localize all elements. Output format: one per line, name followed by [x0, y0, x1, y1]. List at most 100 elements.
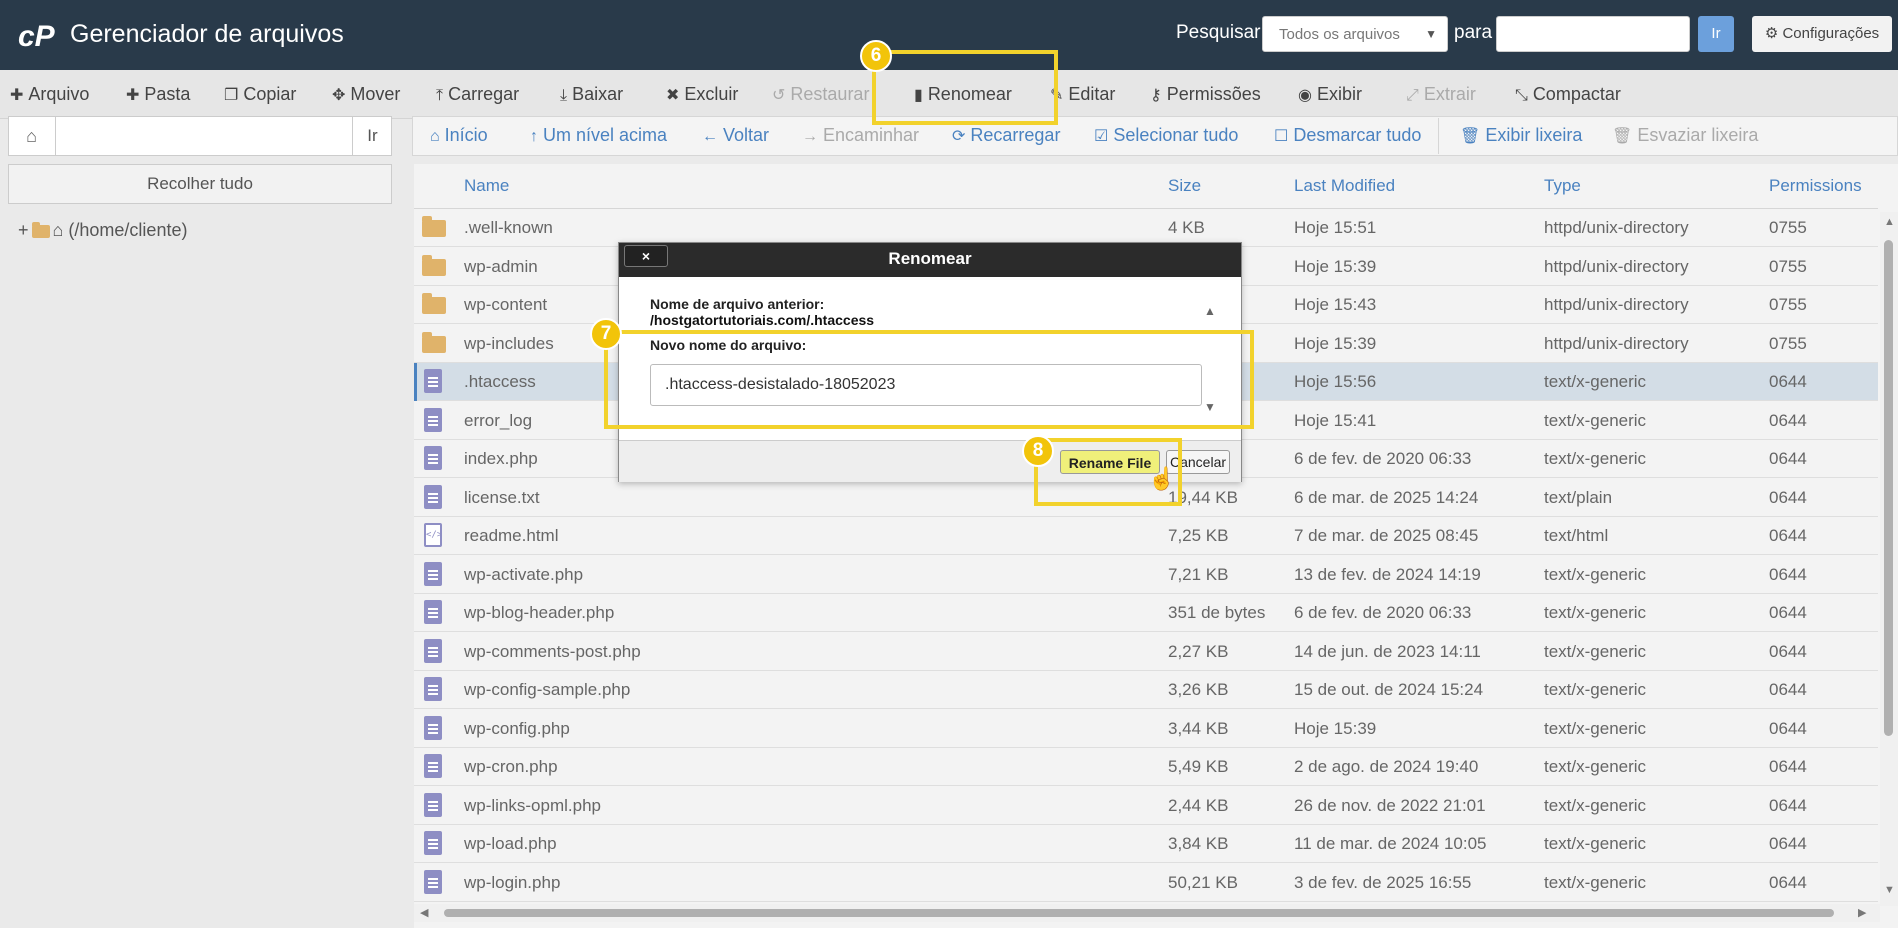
step-badge-7: 7 — [590, 318, 622, 350]
table-row[interactable]: wp-config.php 3,44 KB Hoje 15:39 text/x-gen… — [414, 710, 1878, 748]
home-icon[interactable]: ⌂ — [8, 116, 56, 156]
file-permissions: 0644 — [1769, 757, 1807, 776]
table-row[interactable]: </> readme.html 7,25 KB 7 de mar. de 2025 0… — [414, 517, 1878, 555]
table-row[interactable]: wp-config-sample.php 3,26 KB 15 de out. de… — [414, 671, 1878, 709]
toolbar-label: Carregar — [448, 84, 520, 104]
path-input[interactable] — [8, 116, 392, 156]
column-header-type[interactable]: Type — [1544, 176, 1581, 196]
search-go-button[interactable]: Ir — [1698, 16, 1734, 52]
toolbar-excluir-button[interactable]: ✖ Excluir — [666, 84, 738, 105]
old-name-label: Nome de arquivo anterior: — [650, 296, 825, 312]
expand-icon: ⤢ — [1406, 87, 1419, 104]
toolbar-mover-button[interactable]: ✥ Mover — [332, 84, 400, 105]
table-row[interactable]: wp-links-opml.php 2,44 KB 26 de nov. de 20… — [414, 787, 1878, 825]
copy-icon: ❐ — [224, 87, 239, 104]
scroll-up-arrow-icon[interactable]: ▲ — [1884, 216, 1895, 228]
close-icon[interactable]: × — [624, 245, 668, 267]
file-icon — [424, 408, 442, 432]
file-name: index.php — [464, 449, 538, 468]
toolbar-copiar-button[interactable]: ❐ Copiar — [224, 84, 296, 105]
file-permissions: 0644 — [1769, 796, 1807, 815]
file-modified: 6 de mar. de 2025 14:24 — [1294, 488, 1479, 507]
toolbar-label: Restaurar — [790, 84, 870, 104]
toolbar-label: Baixar — [572, 84, 624, 104]
table-row[interactable]: wp-blog-header.php 351 de bytes 6 de fev. … — [414, 594, 1878, 632]
toolbar-editar-button[interactable]: ✎ Editar — [1050, 84, 1115, 105]
horizontal-scroll-thumb[interactable] — [444, 909, 1834, 917]
toolbar-label: Exibir — [1316, 84, 1362, 104]
collapse-all-button[interactable]: Recolher tudo — [8, 164, 392, 204]
nav-recarregar-button[interactable]: ⟳ Recarregar — [952, 125, 1060, 146]
scroll-down-arrow-icon[interactable]: ▼ — [1884, 884, 1895, 896]
nav-um-nivel-acima-button[interactable]: ↑ Um nível acima — [530, 125, 667, 146]
tree-root-item[interactable]: + ⌂ (/home/cliente) — [18, 220, 187, 241]
file-type: httpd/unix-directory — [1544, 334, 1689, 353]
file-type: httpd/unix-directory — [1544, 257, 1689, 276]
file-modified: 14 de jun. de 2023 14:11 — [1294, 642, 1481, 661]
nav-voltar-button[interactable]: ← Voltar — [702, 125, 769, 146]
file-modified: Hoje 15:39 — [1294, 719, 1377, 738]
file-name: wp-load.php — [464, 834, 557, 853]
file-type: text/x-generic — [1544, 834, 1647, 853]
file-icon — [424, 677, 442, 701]
file-name: license.txt — [464, 488, 540, 507]
toolbar-label: Copiar — [243, 84, 297, 104]
expand-plus-icon[interactable]: + — [18, 220, 29, 240]
toolbar-pasta-button[interactable]: ✚ Pasta — [126, 84, 190, 105]
toolbar-label: Arquivo — [28, 84, 90, 104]
column-header-permissions[interactable]: Permissions — [1769, 176, 1862, 196]
settings-button[interactable]: ⚙ Configurações — [1752, 16, 1892, 52]
search-label: Pesquisar — [1176, 22, 1261, 43]
column-header-size[interactable]: Size — [1168, 176, 1201, 196]
file-modified: 26 de nov. de 2022 21:01 — [1294, 796, 1486, 815]
table-row[interactable]: wp-load.php 3,84 KB 11 de mar. de 2024 10:… — [414, 825, 1878, 863]
scroll-left-arrow-icon[interactable]: ◀ — [420, 906, 428, 919]
tree-root-label: (/home/cliente) — [68, 220, 188, 240]
file-type: text/x-generic — [1544, 411, 1647, 430]
search-input[interactable] — [1496, 16, 1690, 52]
file-size: 50,21 KB — [1168, 873, 1238, 892]
search-scope-select[interactable]: Todos os arquivos ▼ — [1262, 16, 1448, 52]
toolbar-carregar-button[interactable]: ⤒ Carregar — [436, 84, 519, 105]
settings-label: Configurações — [1782, 25, 1880, 42]
vertical-scroll-thumb[interactable] — [1884, 240, 1893, 736]
toolbar-arquivo-button[interactable]: ✚ Arquivo — [10, 84, 89, 105]
nav-inicio-button[interactable]: ⌂ Início — [430, 125, 488, 146]
toolbar-restaurar-button[interactable]: ↺ Restaurar — [772, 84, 869, 105]
nav-encaminhar-button[interactable]: → Encaminhar — [802, 125, 919, 146]
file-type: text/x-generic — [1544, 757, 1647, 776]
file-permissions: 0644 — [1769, 411, 1807, 430]
nav-label: Exibir lixeira — [1485, 125, 1583, 145]
column-header-name[interactable]: Name — [464, 176, 509, 196]
nav-selecionar-tudo-button[interactable]: ☑ Selecionar tudo — [1094, 125, 1238, 146]
nav-desmarcar-tudo-button[interactable]: ☐ Desmarcar tudo — [1274, 125, 1421, 146]
column-header-last-modified[interactable]: Last Modified — [1294, 176, 1395, 196]
file-name: wp-config.php — [464, 719, 570, 738]
file-name: wp-comments-post.php — [464, 642, 641, 661]
toolbar-exibir-button[interactable]: ◉ Exibir — [1298, 84, 1362, 105]
nav-esvaziar-lixeira-button[interactable]: 🗑 Esvaziar lixeira — [1612, 125, 1758, 146]
file-modified: Hoje 15:39 — [1294, 334, 1377, 353]
dialog-scroll-up-icon[interactable]: ▲ — [1204, 304, 1216, 318]
toolbar-extrair-button[interactable]: ⤢ Extrair — [1406, 84, 1476, 105]
toolbar-permissoes-button[interactable]: ⚷ Permissões — [1150, 84, 1261, 105]
upload-icon: ⤒ — [436, 87, 444, 104]
toolbar-baixar-button[interactable]: ⤓ Baixar — [560, 84, 623, 105]
path-go-button[interactable]: Ir — [352, 116, 392, 156]
file-modified: 3 de fev. de 2025 16:55 — [1294, 873, 1472, 892]
file-permissions: 0644 — [1769, 488, 1807, 507]
file-size: 7,25 KB — [1168, 526, 1229, 545]
table-row[interactable]: wp-cron.php 5,49 KB 2 de ago. de 2024 19:4… — [414, 748, 1878, 786]
move-icon: ✥ — [332, 87, 346, 104]
table-row[interactable]: wp-login.php 50,21 KB 3 de fev. de 2025 16… — [414, 864, 1878, 902]
toolbar-compactar-button[interactable]: ⤡ Compactar — [1515, 84, 1621, 105]
nav-label: Esvaziar lixeira — [1637, 125, 1759, 145]
table-row[interactable]: wp-comments-post.php 2,27 KB 14 de jun. de… — [414, 633, 1878, 671]
table-row[interactable]: wp-activate.php 7,21 KB 13 de fev. de 2024… — [414, 556, 1878, 594]
scroll-right-arrow-icon[interactable]: ▶ — [1858, 906, 1866, 919]
file-name: wp-config-sample.php — [464, 680, 631, 699]
file-modified: 7 de mar. de 2025 08:45 — [1294, 526, 1479, 545]
file-permissions: 0644 — [1769, 603, 1807, 622]
nav-exibir-lixeira-button[interactable]: 🗑 Exibir lixeira — [1460, 125, 1582, 146]
level-up-icon: ↑ — [530, 128, 538, 145]
